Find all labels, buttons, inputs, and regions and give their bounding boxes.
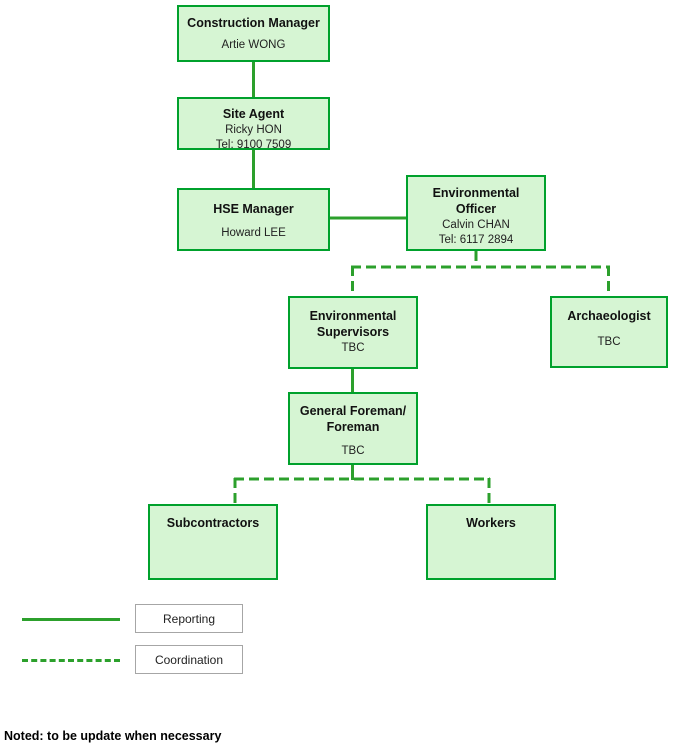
node-archaeologist[interactable]: Archaeologist TBC (550, 296, 668, 368)
node-title: Site Agent (222, 107, 285, 121)
node-title: Subcontractors (166, 516, 260, 530)
node-environmental-officer[interactable]: Environmental Officer Calvin CHAN Tel: 6… (406, 175, 546, 251)
node-person: Calvin CHAN (442, 219, 510, 231)
node-tel: Tel: 6117 2894 (438, 234, 514, 246)
legend-label-coordination: Coordination (135, 645, 243, 674)
node-environmental-supervisors[interactable]: Environmental Supervisors TBC (288, 296, 418, 369)
node-title: General Foreman/ Foreman (299, 404, 407, 434)
legend-row-coordination: Coordination (0, 645, 300, 675)
node-workers[interactable]: Workers (426, 504, 556, 580)
node-person: TBC (597, 336, 621, 348)
node-tel: Tel: 9100 7509 (215, 139, 292, 150)
node-person: Howard LEE (221, 227, 286, 239)
node-subcontractors[interactable]: Subcontractors (148, 504, 278, 580)
node-person: TBC (341, 342, 365, 354)
note-text: Noted: to be update when necessary (4, 729, 222, 743)
node-person: Ricky HON (225, 124, 282, 136)
node-hse-manager[interactable]: HSE Manager Howard LEE (177, 188, 330, 251)
node-title: Construction Manager (187, 16, 320, 30)
node-person: Artie WONG (221, 39, 286, 51)
legend-row-reporting: Reporting (0, 604, 300, 634)
node-person: TBC (341, 445, 365, 457)
node-title: Archaeologist (567, 309, 651, 323)
node-general-foreman[interactable]: General Foreman/ Foreman TBC (288, 392, 418, 465)
org-chart: Construction Manager Artie WONG Site Age… (0, 0, 686, 752)
dashed-line-icon (22, 659, 120, 662)
legend: Reporting Coordination (0, 595, 300, 685)
node-construction-manager[interactable]: Construction Manager Artie WONG (177, 5, 330, 62)
node-site-agent[interactable]: Site Agent Ricky HON Tel: 9100 7509 (177, 97, 330, 150)
node-title: Environmental Supervisors (309, 309, 397, 339)
solid-line-icon (22, 618, 120, 621)
node-title: HSE Manager (213, 202, 294, 216)
node-title: Environmental Officer (432, 186, 520, 216)
legend-label-reporting: Reporting (135, 604, 243, 633)
node-title: Workers (466, 516, 516, 530)
